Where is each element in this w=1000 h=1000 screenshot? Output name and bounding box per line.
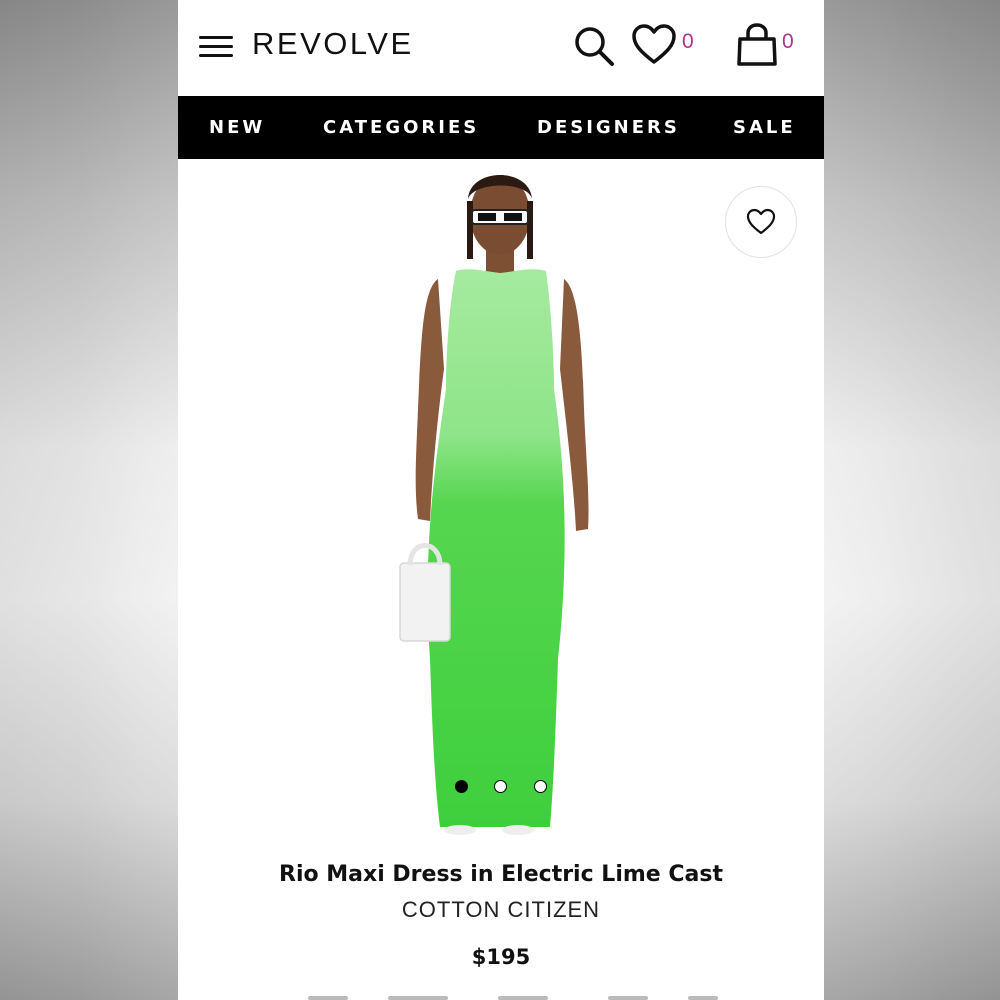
cart-button[interactable] <box>735 22 779 68</box>
shopping-bag-icon <box>737 23 777 66</box>
cut-off-content-row <box>278 992 738 1000</box>
heart-icon <box>632 24 676 64</box>
site-logo[interactable]: REVOLVE <box>252 26 414 62</box>
search-icon <box>575 27 614 66</box>
add-to-wishlist-button[interactable] <box>725 186 797 258</box>
nav-sale[interactable]: SALE <box>733 117 796 138</box>
search-button[interactable] <box>572 24 618 70</box>
product-brand[interactable]: COTTON CITIZEN <box>178 897 824 923</box>
wishlist-count: 0 <box>682 30 694 53</box>
nav-new[interactable]: NEW <box>209 117 265 138</box>
wishlist-header-button[interactable] <box>631 24 679 66</box>
product-price: $195 <box>471 945 531 969</box>
site-header: REVOLVE 0 0 <box>178 0 824 96</box>
right-blur-background <box>824 0 1000 1000</box>
carousel-dot-2[interactable] <box>494 780 507 793</box>
left-blur-background <box>0 0 178 1000</box>
carousel-dot-3[interactable] <box>534 780 547 793</box>
nav-categories[interactable]: CATEGORIES <box>323 117 479 138</box>
menu-icon[interactable] <box>199 36 233 58</box>
category-navbar: NEW CATEGORIES DESIGNERS SALE <box>178 96 824 159</box>
product-title: Rio Maxi Dress in Electric Lime Cast <box>279 862 723 887</box>
phone-screen: REVOLVE 0 0 NEW CATEGORIES DESIGNERS SAL… <box>178 0 824 1000</box>
nav-designers[interactable]: DESIGNERS <box>537 117 680 138</box>
carousel-dot-1[interactable] <box>455 780 468 793</box>
heart-icon <box>746 208 776 235</box>
product-image[interactable] <box>178 159 824 849</box>
cart-count: 0 <box>782 30 794 53</box>
